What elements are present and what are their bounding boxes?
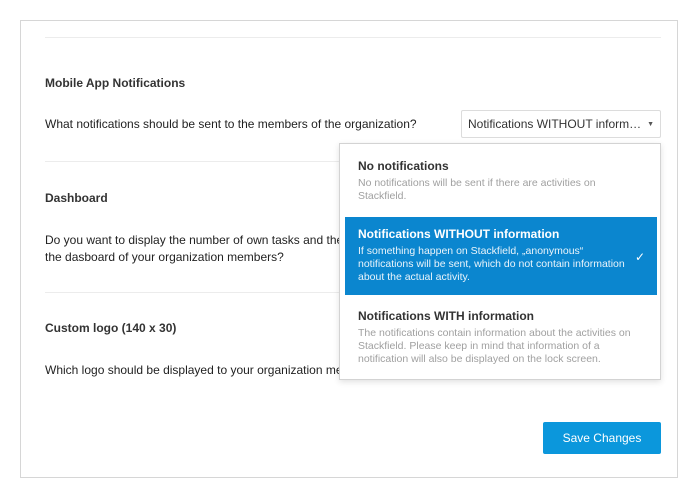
option-description: No notifications will be sent if there a… bbox=[358, 177, 596, 202]
notifications-select-value: Notifications WITHOUT informat… bbox=[468, 117, 644, 131]
dropdown-option-with-information[interactable]: Notifications WITH information The notif… bbox=[340, 309, 660, 366]
dashboard-heading: Dashboard bbox=[45, 191, 108, 205]
dropdown-option-no-notifications[interactable]: No notifications No notifications will b… bbox=[340, 159, 660, 203]
dropdown-option-without-information[interactable]: Notifications WITHOUT information If som… bbox=[345, 217, 657, 295]
custom-logo-heading: Custom logo (140 x 30) bbox=[45, 321, 177, 335]
notifications-select[interactable]: Notifications WITHOUT informat… ▼ bbox=[461, 110, 661, 138]
mobile-notifications-heading: Mobile App Notifications bbox=[45, 76, 186, 90]
option-description: The notifications contain information ab… bbox=[358, 327, 631, 365]
option-title: No notifications bbox=[358, 159, 449, 173]
option-description: If something happen on Stackfield, „anon… bbox=[358, 245, 625, 283]
dashboard-question: Do you want to display the number of own… bbox=[45, 233, 363, 264]
mobile-notifications-question: What notifications should be sent to the… bbox=[45, 117, 417, 131]
settings-panel: Mobile App Notifications What notificati… bbox=[20, 20, 678, 478]
option-title: Notifications WITH information bbox=[358, 309, 534, 323]
custom-logo-question: Which logo should be displayed to your o… bbox=[45, 363, 360, 377]
option-title: Notifications WITHOUT information bbox=[358, 227, 560, 241]
divider-top bbox=[45, 37, 661, 38]
caret-down-icon: ▼ bbox=[647, 120, 654, 128]
notifications-dropdown: No notifications No notifications will b… bbox=[339, 143, 661, 380]
save-changes-button[interactable]: Save Changes bbox=[543, 422, 661, 454]
check-icon: ✓ bbox=[634, 250, 645, 264]
